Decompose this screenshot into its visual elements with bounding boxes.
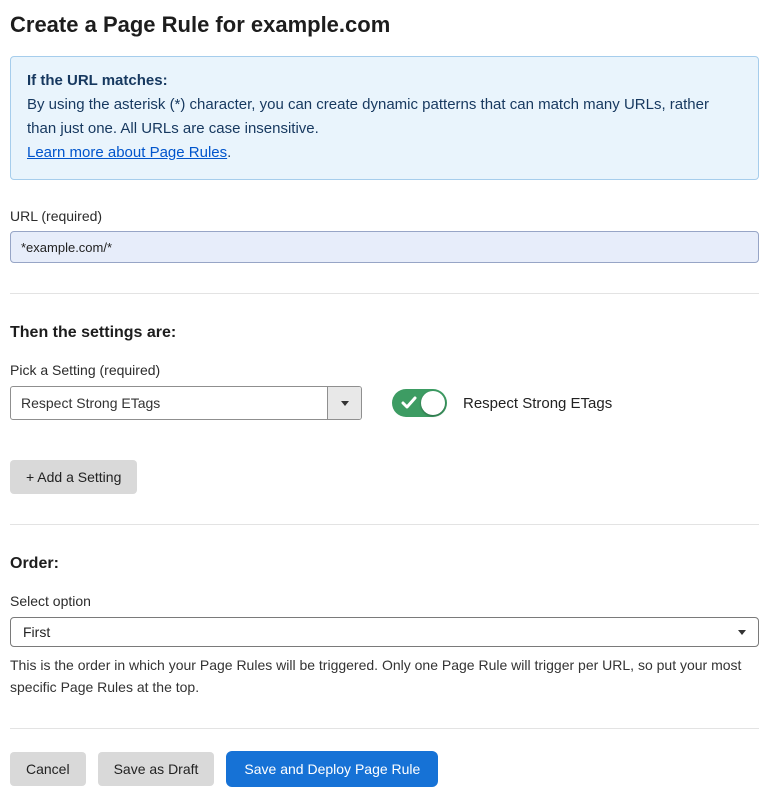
dropdown-caret-button[interactable] [327,387,361,419]
page-title: Create a Page Rule for example.com [10,12,759,38]
footer-actions: Cancel Save as Draft Save and Deploy Pag… [10,751,759,787]
divider [10,293,759,294]
setting-dropdown-value: Respect Strong ETags [11,387,327,419]
divider [10,728,759,729]
order-heading: Order: [10,555,759,573]
order-select-label: Select option [10,593,759,609]
info-heading: If the URL matches: [27,69,742,93]
toggle-knob [421,391,445,415]
toggle-label: Respect Strong ETags [463,395,612,412]
url-label: URL (required) [10,208,759,224]
url-match-info-box: If the URL matches: By using the asteris… [10,56,759,180]
save-deploy-button[interactable]: Save and Deploy Page Rule [226,751,438,787]
info-body: By using the asterisk (*) character, you… [27,93,742,141]
settings-heading: Then the settings are: [10,324,759,342]
setting-row: Respect Strong ETags Respect Strong ETag… [10,386,759,420]
info-link-line: Learn more about Page Rules. [27,141,742,165]
divider [10,524,759,525]
url-input[interactable] [10,231,759,263]
order-help-text: This is the order in which your Page Rul… [10,655,754,698]
check-icon [401,396,417,415]
page-rule-form: Create a Page Rule for example.com If th… [0,0,769,801]
setting-dropdown[interactable]: Respect Strong ETags [10,386,362,420]
select-caret-icon [738,630,746,635]
chevron-down-icon [341,401,349,406]
etags-toggle[interactable] [392,389,447,417]
cancel-button[interactable]: Cancel [10,752,86,786]
link-suffix: . [227,144,231,161]
order-select[interactable]: First [10,617,759,647]
page-rules-help-link[interactable]: Learn more about Page Rules [27,144,227,161]
order-select-value: First [23,624,50,640]
add-setting-button[interactable]: + Add a Setting [10,460,137,494]
pick-setting-label: Pick a Setting (required) [10,362,759,378]
save-draft-button[interactable]: Save as Draft [98,752,215,786]
